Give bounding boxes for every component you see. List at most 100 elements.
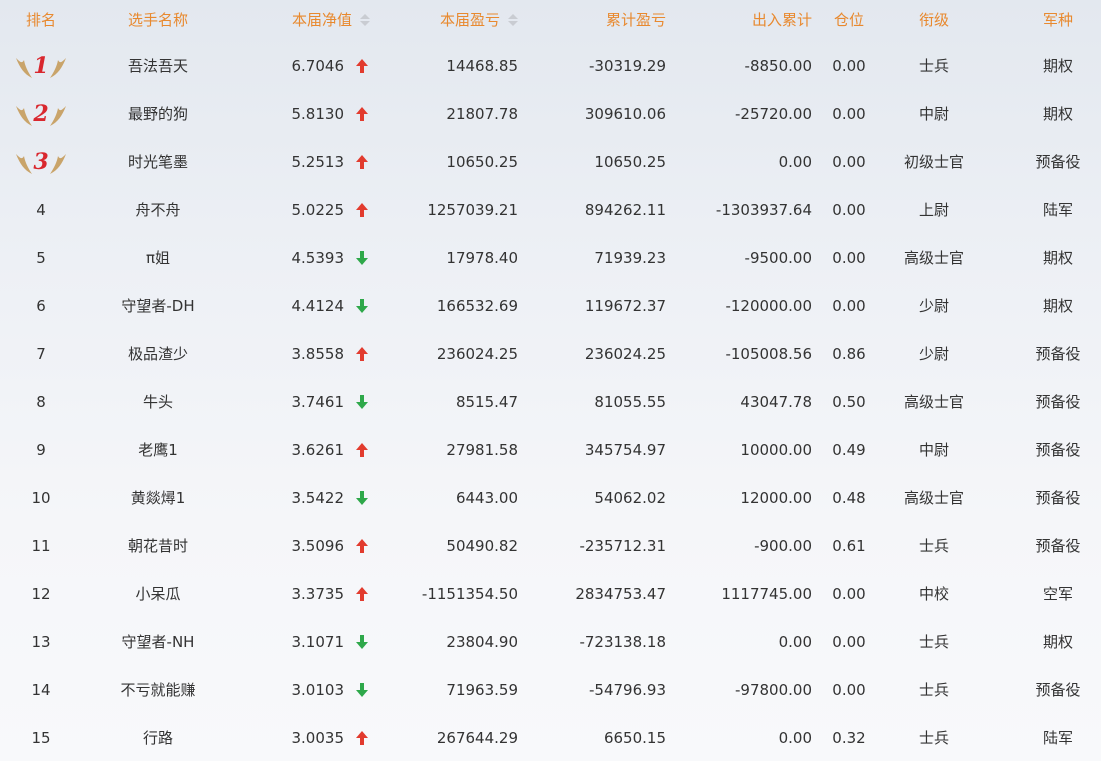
arm-value: 预备役 [1035, 392, 1081, 411]
nav-value: 4.5393 [291, 248, 345, 267]
rank-title: 士兵 [918, 728, 949, 747]
rank-number: 5 [36, 248, 46, 267]
header-pnl-sortable[interactable]: 本届盈亏 [380, 0, 518, 40]
pnl-value: 71963.59 [446, 680, 518, 699]
cum-pnl-value: -235712.31 [579, 536, 666, 555]
header-nav-sortable[interactable]: 本届净值 [240, 0, 370, 40]
table-row[interactable]: 9 老鹰1 3.6261 27981.58 345754.97 10000.00 0.49 中… [0, 426, 1101, 474]
player-name[interactable]: 守望者-NH [82, 618, 234, 666]
nav-value: 3.8558 [291, 344, 345, 363]
flow-value: 0.00 [778, 152, 812, 171]
cum-pnl-value: -54796.93 [589, 680, 666, 699]
flow-value: 0.00 [778, 632, 812, 651]
player-name[interactable]: 舟不舟 [82, 186, 234, 234]
player-name[interactable]: 朝花昔时 [82, 522, 234, 570]
cum-pnl-value: 119672.37 [584, 296, 666, 315]
sort-icon[interactable] [508, 14, 518, 26]
flow-value: -8850.00 [744, 56, 812, 75]
rank-title: 高级士官 [903, 488, 964, 507]
flow-value: -25720.00 [735, 104, 812, 123]
player-name[interactable]: 守望者-DH [82, 282, 234, 330]
header-name: 选手名称 [127, 10, 188, 29]
flow-value: 10000.00 [740, 440, 812, 459]
rank-title: 士兵 [918, 680, 949, 699]
table-row[interactable]: 12 小呆瓜 3.3735 -1151354.50 2834753.47 1117745.… [0, 570, 1101, 618]
arm-value: 期权 [1042, 632, 1073, 651]
arm-value: 陆军 [1042, 728, 1073, 747]
position-value: 0.61 [832, 536, 866, 555]
pnl-value: 1257039.21 [427, 200, 518, 219]
rank-title: 高级士官 [903, 248, 964, 267]
flow-value: 43047.78 [740, 392, 812, 411]
table-row[interactable]: 7 极品渣少 3.8558 236024.25 236024.25 -105008.56 0… [0, 330, 1101, 378]
player-name[interactable]: 黄燚燖1 [82, 474, 234, 522]
medal-rank-number: 1 [33, 53, 49, 79]
nav-value: 3.1071 [291, 632, 345, 651]
position-value: 0.50 [832, 392, 866, 411]
rank-medal: 3 [0, 138, 82, 186]
player-name[interactable]: 不亏就能赚 [82, 666, 234, 714]
pnl-value: 14468.85 [446, 56, 518, 75]
player-name[interactable]: 牛头 [82, 378, 234, 426]
player-name[interactable]: 时光笔墨 [82, 138, 234, 186]
player-name[interactable]: 极品渣少 [82, 330, 234, 378]
rank-number: 8 [36, 392, 46, 411]
position-value: 0.86 [832, 344, 866, 363]
position-value: 0.32 [832, 728, 866, 747]
player-name[interactable]: 小呆瓜 [82, 570, 234, 618]
rank-title: 初级士官 [903, 152, 964, 171]
table-row[interactable]: 14 不亏就能赚 3.0103 71963.59 -54796.93 -97800.00 0… [0, 666, 1101, 714]
header-cum-pnl: 累计盈亏 [605, 10, 666, 29]
flow-value: -1303937.64 [715, 200, 812, 219]
header-nav-label: 本届净值 [291, 10, 352, 29]
player-name[interactable]: 吾法吾天 [82, 42, 234, 90]
arrow-up-icon [352, 90, 372, 138]
arrow-up-icon [352, 522, 372, 570]
arm-value: 期权 [1042, 248, 1073, 267]
laurel-wings-icon: 2 [14, 100, 68, 128]
pnl-value: 166532.69 [436, 296, 518, 315]
nav-value: 3.7461 [291, 392, 345, 411]
table-row[interactable]: 6 守望者-DH 4.4124 166532.69 119672.37 -120000.0… [0, 282, 1101, 330]
pnl-value: -1151354.50 [421, 584, 518, 603]
arrow-up-icon [352, 42, 372, 90]
position-value: 0.00 [832, 680, 866, 699]
cum-pnl-value: 6650.15 [603, 728, 666, 747]
rank-number: 14 [31, 680, 51, 699]
nav-value: 3.0103 [291, 680, 345, 699]
position-value: 0.00 [832, 152, 866, 171]
table-row[interactable]: 5 π姐 4.5393 17978.40 71939.23 -9500.00 0.00 高级士… [0, 234, 1101, 282]
table-row[interactable]: 15 行路 3.0035 267644.29 6650.15 0.00 0.32 士兵 陆军 [0, 714, 1101, 761]
player-name[interactable]: 老鹰1 [82, 426, 234, 474]
rank-number: 15 [31, 728, 51, 747]
laurel-wings-icon: 1 [14, 52, 68, 80]
table-row[interactable]: 3 时光笔墨 5.2513 10650.25 10650.25 0.00 0.00 初级士官 预… [0, 138, 1101, 186]
arrow-up-icon [352, 570, 372, 618]
sort-icon[interactable] [360, 14, 370, 26]
nav-value: 3.0035 [291, 728, 345, 747]
cum-pnl-value: 345754.97 [584, 440, 666, 459]
pnl-value: 10650.25 [446, 152, 518, 171]
player-name[interactable]: 行路 [82, 714, 234, 761]
pnl-value: 17978.40 [446, 248, 518, 267]
header-position: 仓位 [833, 10, 864, 29]
position-value: 0.00 [832, 56, 866, 75]
table-row[interactable]: 13 守望者-NH 3.1071 23804.90 -723138.18 0.00 0.00… [0, 618, 1101, 666]
table-row[interactable]: 2 最野的狗 5.8130 21807.78 309610.06 -25720.00 0.0… [0, 90, 1101, 138]
player-name[interactable]: π姐 [82, 234, 234, 282]
pnl-value: 21807.78 [446, 104, 518, 123]
table-row[interactable]: 8 牛头 3.7461 8515.47 81055.55 43047.78 0.50 高级士官… [0, 378, 1101, 426]
table-row[interactable]: 4 舟不舟 5.0225 1257039.21 894262.11 -1303937.64… [0, 186, 1101, 234]
flow-value: -120000.00 [725, 296, 812, 315]
table-row[interactable]: 11 朝花昔时 3.5096 50490.82 -235712.31 -900.00 0.6… [0, 522, 1101, 570]
rank-title: 少尉 [918, 344, 949, 363]
player-name[interactable]: 最野的狗 [82, 90, 234, 138]
table-row[interactable]: 10 黄燚燖1 3.5422 6443.00 54062.02 12000.00 0.48 高… [0, 474, 1101, 522]
arrow-down-icon [352, 618, 372, 666]
position-value: 0.49 [832, 440, 866, 459]
rank-title: 中尉 [918, 104, 949, 123]
table-row[interactable]: 1 吾法吾天 6.7046 14468.85 -30319.29 -8850.00 0.00… [0, 42, 1101, 90]
arm-value: 预备役 [1035, 152, 1081, 171]
cum-pnl-value: 894262.11 [584, 200, 666, 219]
pnl-value: 27981.58 [446, 440, 518, 459]
